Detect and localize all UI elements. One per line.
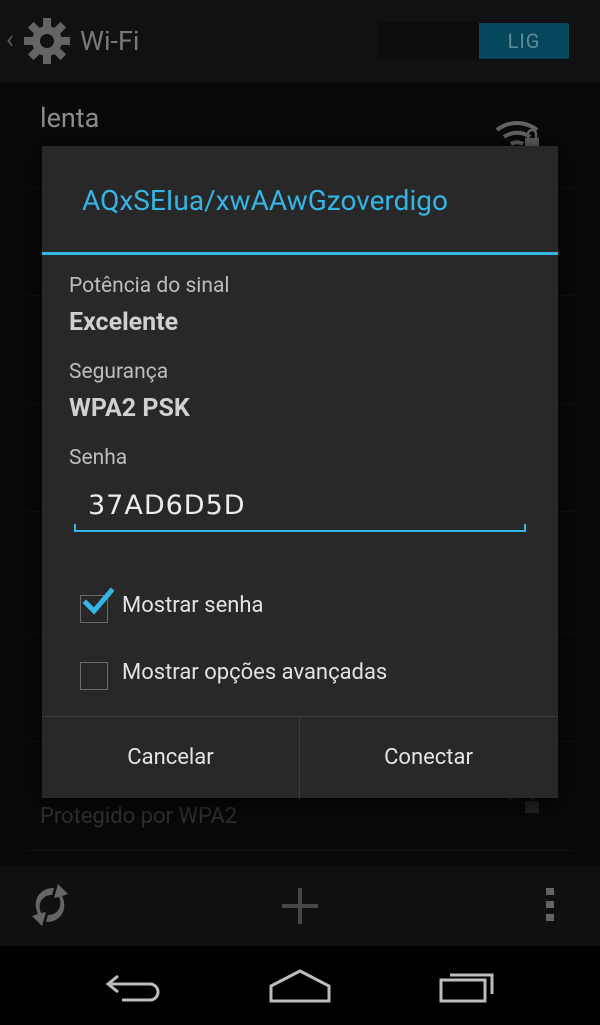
wifi-connect-dialog: AQxSEIua/xwAAwGzoverdigo Potência do sin… [42, 146, 558, 799]
password-label: Senha [69, 446, 128, 470]
dialog-button-bar: Cancelar Conectar [42, 716, 558, 799]
security-value: WPA2 PSK [69, 394, 190, 423]
field-underline-tick [74, 524, 76, 532]
password-field[interactable]: 37AD6D5D [74, 480, 526, 532]
back-icon[interactable] [104, 970, 162, 1002]
checkmark-icon [82, 587, 114, 615]
signal-strength-label: Potência do sinal [69, 274, 230, 298]
wifi-settings-screen: ‹ Wi-Fi LIG lenta Protegido por WPA2 AQx… [0, 0, 600, 1025]
signal-strength-value: Excelente [69, 308, 179, 337]
password-field-value: 37AD6D5D [88, 490, 246, 521]
dialog-title-divider [42, 252, 558, 255]
recents-icon[interactable] [438, 968, 498, 1004]
advanced-options-label: Mostrar opções avançadas [122, 660, 388, 685]
security-label: Segurança [69, 360, 169, 384]
field-underline [74, 530, 526, 532]
dialog-title: AQxSEIua/xwAAwGzoverdigo [82, 184, 448, 217]
field-underline-tick [524, 524, 526, 532]
advanced-options-checkbox[interactable] [80, 662, 108, 690]
show-password-label: Mostrar senha [122, 593, 264, 618]
system-nav-bar [0, 946, 600, 1025]
home-icon[interactable] [268, 968, 332, 1004]
connect-button[interactable]: Conectar [300, 717, 557, 799]
cancel-button[interactable]: Cancelar [42, 717, 299, 799]
